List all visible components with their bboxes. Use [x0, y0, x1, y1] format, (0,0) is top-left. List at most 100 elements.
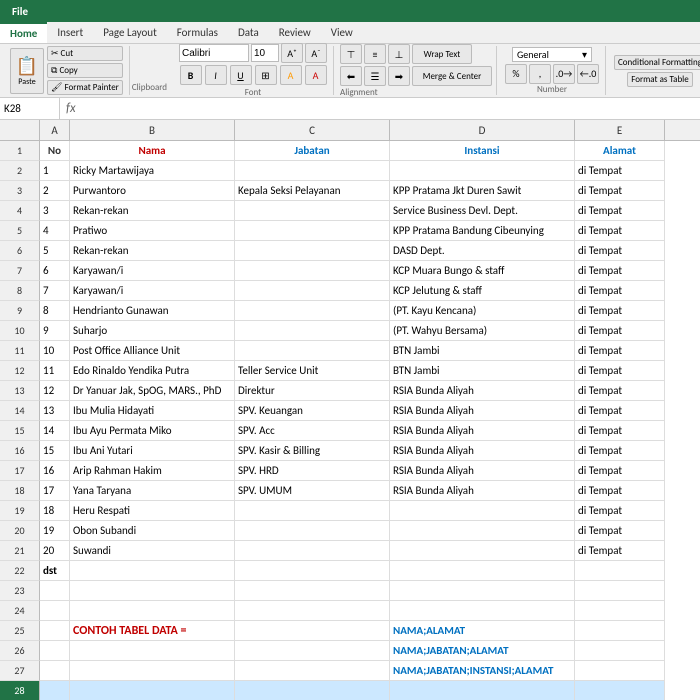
borders-button[interactable]: ⊞: [255, 65, 277, 85]
cell-r9-c4[interactable]: di Tempat: [575, 301, 665, 321]
cell-r8-c2[interactable]: [235, 281, 390, 301]
cell-r13-c4[interactable]: di Tempat: [575, 381, 665, 401]
cell-r22-c1[interactable]: [70, 561, 235, 581]
cell-r24-c4[interactable]: [575, 601, 665, 621]
cell-r25-c0[interactable]: [40, 621, 70, 641]
fill-color-button[interactable]: A: [280, 65, 302, 85]
cell-r20-c1[interactable]: Obon Subandi: [70, 521, 235, 541]
cell-r6-c3[interactable]: DASD Dept.: [390, 241, 575, 261]
col-header-c[interactable]: C: [235, 120, 390, 140]
cell-r27-c3[interactable]: NAMA;JABATAN;INSTANSI;ALAMAT: [390, 661, 575, 681]
row-header-22[interactable]: 22: [0, 561, 40, 581]
cell-r8-c3[interactable]: KCP Jelutung & staff: [390, 281, 575, 301]
tab-data[interactable]: Data: [228, 22, 269, 43]
cell-r11-c1[interactable]: Post Office Alliance Unit: [70, 341, 235, 361]
cell-r23-c1[interactable]: [70, 581, 235, 601]
cell-r4-c3[interactable]: Service Business Devl. Dept.: [390, 201, 575, 221]
font-name-input[interactable]: [179, 44, 249, 62]
paste-button[interactable]: 📋 Paste: [10, 48, 44, 94]
cell-r23-c0[interactable]: [40, 581, 70, 601]
cell-r24-c0[interactable]: [40, 601, 70, 621]
cell-r8-c0[interactable]: 7: [40, 281, 70, 301]
cell-r8-c4[interactable]: di Tempat: [575, 281, 665, 301]
cell-r22-c3[interactable]: [390, 561, 575, 581]
cell-r3-c0[interactable]: 2: [40, 181, 70, 201]
tab-review[interactable]: Review: [269, 22, 321, 43]
cell-r18-c0[interactable]: 17: [40, 481, 70, 501]
cell-r3-c2[interactable]: Kepala Seksi Pelayanan: [235, 181, 390, 201]
row-header-4[interactable]: 4: [0, 201, 40, 221]
cell-r21-c1[interactable]: Suwandi: [70, 541, 235, 561]
cell-r9-c0[interactable]: 8: [40, 301, 70, 321]
cell-r5-c2[interactable]: [235, 221, 390, 241]
cell-r16-c2[interactable]: SPV. Kasir & Billing: [235, 441, 390, 461]
cell-r26-c1[interactable]: [70, 641, 235, 661]
cell-r11-c0[interactable]: 10: [40, 341, 70, 361]
row-header-14[interactable]: 14: [0, 401, 40, 421]
row-header-27[interactable]: 27: [0, 661, 40, 681]
cell-r20-c0[interactable]: 19: [40, 521, 70, 541]
cell-r24-c3[interactable]: [390, 601, 575, 621]
cell-r27-c2[interactable]: [235, 661, 390, 681]
align-right-button[interactable]: ➡: [388, 66, 410, 86]
wrap-text-button[interactable]: Wrap Text: [412, 44, 472, 64]
cell-r17-c1[interactable]: Arip Rahman Hakim: [70, 461, 235, 481]
cell-r7-c3[interactable]: KCP Muara Bungo & staff: [390, 261, 575, 281]
cell-r12-c0[interactable]: 11: [40, 361, 70, 381]
row-header-11[interactable]: 11: [0, 341, 40, 361]
cell-r25-c3[interactable]: NAMA;ALAMAT: [390, 621, 575, 641]
cell-r5-c1[interactable]: Pratiwo: [70, 221, 235, 241]
cell-r11-c2[interactable]: [235, 341, 390, 361]
cell-r5-c0[interactable]: 4: [40, 221, 70, 241]
cell-r22-c4[interactable]: [575, 561, 665, 581]
row-header-19[interactable]: 19: [0, 501, 40, 521]
row-header-2[interactable]: 2: [0, 161, 40, 181]
row-header-28[interactable]: 28: [0, 681, 40, 700]
file-tab[interactable]: File: [0, 0, 40, 22]
percent-button[interactable]: %: [505, 64, 527, 84]
row-header-13[interactable]: 13: [0, 381, 40, 401]
cell-r7-c2[interactable]: [235, 261, 390, 281]
format-as-table-button[interactable]: Format as Table: [627, 72, 693, 87]
cell-r16-c3[interactable]: RSIA Bunda Aliyah: [390, 441, 575, 461]
cell-r4-c2[interactable]: [235, 201, 390, 221]
cell-r15-c4[interactable]: di Tempat: [575, 421, 665, 441]
tab-home[interactable]: Home: [0, 22, 47, 43]
col-header-a[interactable]: A: [40, 120, 70, 140]
increase-decimal-button[interactable]: .0→: [553, 64, 575, 84]
cell-r12-c2[interactable]: Teller Service Unit: [235, 361, 390, 381]
cell-r7-c1[interactable]: Karyawan/i: [70, 261, 235, 281]
tab-formulas[interactable]: Formulas: [167, 22, 228, 43]
cell-r15-c1[interactable]: Ibu Ayu Permata Miko: [70, 421, 235, 441]
cell-r26-c3[interactable]: NAMA;JABATAN;ALAMAT: [390, 641, 575, 661]
cell-r16-c0[interactable]: 15: [40, 441, 70, 461]
cell-r28-c0[interactable]: [40, 681, 70, 700]
cell-r15-c0[interactable]: 14: [40, 421, 70, 441]
cell-r18-c2[interactable]: SPV. UMUM: [235, 481, 390, 501]
cell-r13-c2[interactable]: Direktur: [235, 381, 390, 401]
cell-r9-c2[interactable]: [235, 301, 390, 321]
cell-r14-c4[interactable]: di Tempat: [575, 401, 665, 421]
cell-r26-c2[interactable]: [235, 641, 390, 661]
cell-r21-c0[interactable]: 20: [40, 541, 70, 561]
cell-r21-c3[interactable]: [390, 541, 575, 561]
row-header-18[interactable]: 18: [0, 481, 40, 501]
cell-r11-c3[interactable]: BTN Jambi: [390, 341, 575, 361]
cell-r2-c2[interactable]: [235, 161, 390, 181]
row-header-17[interactable]: 17: [0, 461, 40, 481]
cell-r6-c0[interactable]: 5: [40, 241, 70, 261]
align-middle-button[interactable]: ≡: [364, 44, 386, 64]
cell-r6-c1[interactable]: Rekan-rekan: [70, 241, 235, 261]
cell-r16-c4[interactable]: di Tempat: [575, 441, 665, 461]
cell-r7-c4[interactable]: di Tempat: [575, 261, 665, 281]
cell-r13-c1[interactable]: Dr Yanuar Jak, SpOG, MARS., PhD: [70, 381, 235, 401]
cell-r18-c1[interactable]: Yana Taryana: [70, 481, 235, 501]
cell-r19-c3[interactable]: [390, 501, 575, 521]
cell-r10-c0[interactable]: 9: [40, 321, 70, 341]
row-header-16[interactable]: 16: [0, 441, 40, 461]
formula-input[interactable]: [82, 98, 700, 119]
row-header-3[interactable]: 3: [0, 181, 40, 201]
cell-r28-c3[interactable]: [390, 681, 575, 700]
align-center-button[interactable]: ☰: [364, 66, 386, 86]
cell-r1-c4[interactable]: Alamat: [575, 141, 665, 161]
